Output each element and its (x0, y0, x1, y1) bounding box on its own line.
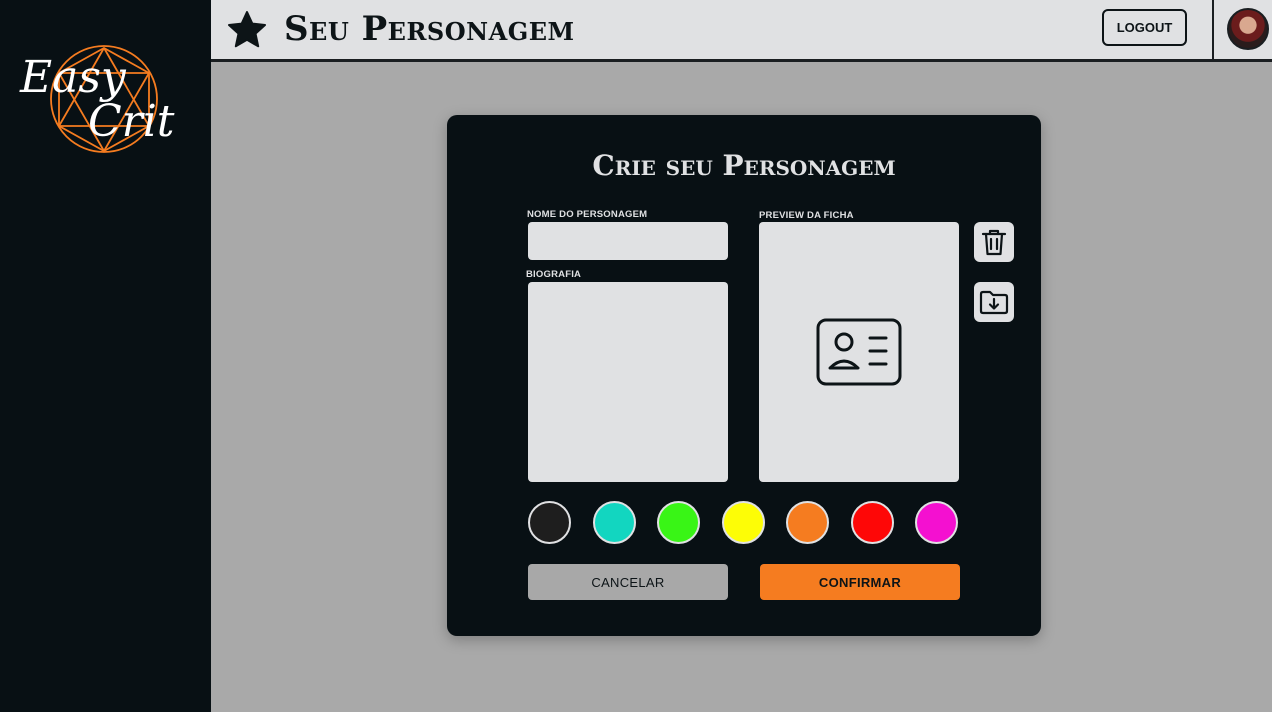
cancel-button[interactable]: CANCELAR (528, 564, 728, 600)
color-swatch-black[interactable] (528, 501, 571, 544)
color-swatch-teal[interactable] (593, 501, 636, 544)
delete-button[interactable] (974, 222, 1014, 262)
id-card-icon (816, 318, 902, 386)
header-divider (1212, 0, 1214, 62)
confirm-button[interactable]: CONFIRMAR (760, 564, 960, 600)
user-avatar[interactable] (1227, 8, 1269, 50)
page-title: Seu Personagem (284, 9, 575, 49)
logout-button[interactable]: LOGOUT (1102, 9, 1187, 46)
color-swatch-magenta[interactable] (915, 501, 958, 544)
sidebar: Easy Crit (0, 0, 211, 712)
dialog-title: Crie seu Personagem (592, 149, 896, 182)
folder-download-icon (979, 290, 1009, 315)
trash-icon (981, 229, 1007, 256)
color-swatch-red[interactable] (851, 501, 894, 544)
top-bar: Seu Personagem LOGOUT (211, 0, 1272, 62)
star-icon (228, 11, 266, 48)
logo-text-line2: Crit (88, 96, 175, 147)
color-swatch-green[interactable] (657, 501, 700, 544)
logo-text-line1: Easy (20, 52, 126, 103)
character-name-label: NOME DO PERSONAGEM (527, 209, 648, 220)
color-swatch-yellow[interactable] (722, 501, 765, 544)
biography-label: BIOGRAFIA (526, 269, 582, 280)
sheet-preview-label: PREVIEW DA FICHA (759, 210, 854, 221)
easy-crit-logo[interactable]: Easy Crit (18, 40, 180, 158)
color-swatch-orange[interactable] (786, 501, 829, 544)
import-sheet-button[interactable] (974, 282, 1014, 322)
biography-textarea[interactable] (528, 282, 728, 482)
create-character-dialog: Crie seu Personagem NOME DO PERSONAGEM B… (447, 115, 1041, 636)
sheet-preview[interactable] (759, 222, 959, 482)
character-name-input[interactable] (528, 222, 728, 260)
